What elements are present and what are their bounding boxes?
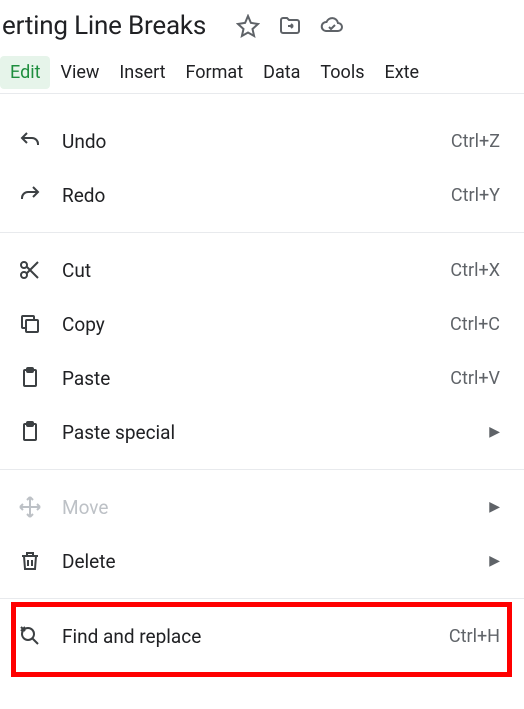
document-title[interactable]: erting Line Breaks	[2, 11, 206, 41]
paste-icon	[18, 366, 42, 390]
menu-item-label: Find and replace	[62, 625, 449, 648]
copy-icon	[18, 312, 42, 336]
chevron-right-icon: ▶	[489, 553, 500, 569]
edit-dropdown: UndoCtrl+ZRedoCtrl+YCutCtrl+XCopyCtrl+CP…	[0, 94, 524, 663]
menu-tools[interactable]: Tools	[310, 56, 374, 89]
chevron-right-icon: ▶	[489, 499, 500, 515]
menu-item-paste[interactable]: PasteCtrl+V	[0, 351, 524, 405]
delete-icon	[18, 549, 42, 573]
menu-item-label: Paste special	[62, 421, 489, 444]
menubar: EditViewInsertFormatDataToolsExte	[0, 52, 524, 94]
menu-item-label: Cut	[62, 259, 450, 282]
menu-item-shortcut: Ctrl+Z	[451, 131, 500, 152]
menu-item-label: Delete	[62, 550, 489, 573]
menu-item-shortcut: Ctrl+X	[450, 260, 500, 281]
menu-separator	[0, 469, 524, 470]
menu-item-label: Move	[62, 496, 489, 519]
menu-item-redo[interactable]: RedoCtrl+Y	[0, 168, 524, 222]
header: erting Line Breaks	[0, 0, 524, 52]
menu-item-shortcut: Ctrl+H	[449, 626, 500, 647]
star-icon[interactable]	[236, 14, 260, 38]
menu-item-label: Paste	[62, 367, 450, 390]
menu-exte[interactable]: Exte	[375, 56, 430, 89]
menu-item-paste-special[interactable]: Paste special▶	[0, 405, 524, 459]
undo-icon	[18, 129, 42, 153]
menu-item-label: Redo	[62, 184, 451, 207]
menu-item-find-and-replace[interactable]: Find and replaceCtrl+H	[0, 609, 524, 663]
menu-item-shortcut: Ctrl+C	[450, 314, 500, 335]
menu-item-shortcut: Ctrl+Y	[451, 185, 500, 206]
paste-icon	[18, 420, 42, 444]
move-icon	[18, 495, 42, 519]
menu-item-label: Copy	[62, 313, 450, 336]
menu-item-copy[interactable]: CopyCtrl+C	[0, 297, 524, 351]
header-icons	[236, 14, 344, 38]
menu-separator	[0, 598, 524, 599]
menu-insert[interactable]: Insert	[109, 56, 175, 89]
menu-item-shortcut: Ctrl+V	[450, 368, 500, 389]
cloud-status-icon[interactable]	[320, 14, 344, 38]
menu-data[interactable]: Data	[253, 56, 310, 89]
find-icon	[18, 624, 42, 648]
cut-icon	[18, 258, 42, 282]
redo-icon	[18, 183, 42, 207]
menu-view[interactable]: View	[50, 56, 109, 89]
menu-separator	[0, 232, 524, 233]
menu-format[interactable]: Format	[176, 56, 254, 89]
chevron-right-icon: ▶	[489, 424, 500, 440]
menu-item-label: Undo	[62, 130, 451, 153]
menu-item-cut[interactable]: CutCtrl+X	[0, 243, 524, 297]
menu-edit[interactable]: Edit	[0, 56, 50, 89]
menu-item-move: Move▶	[0, 480, 524, 534]
menu-item-undo[interactable]: UndoCtrl+Z	[0, 114, 524, 168]
move-to-folder-icon[interactable]	[278, 14, 302, 38]
menu-item-delete[interactable]: Delete▶	[0, 534, 524, 588]
